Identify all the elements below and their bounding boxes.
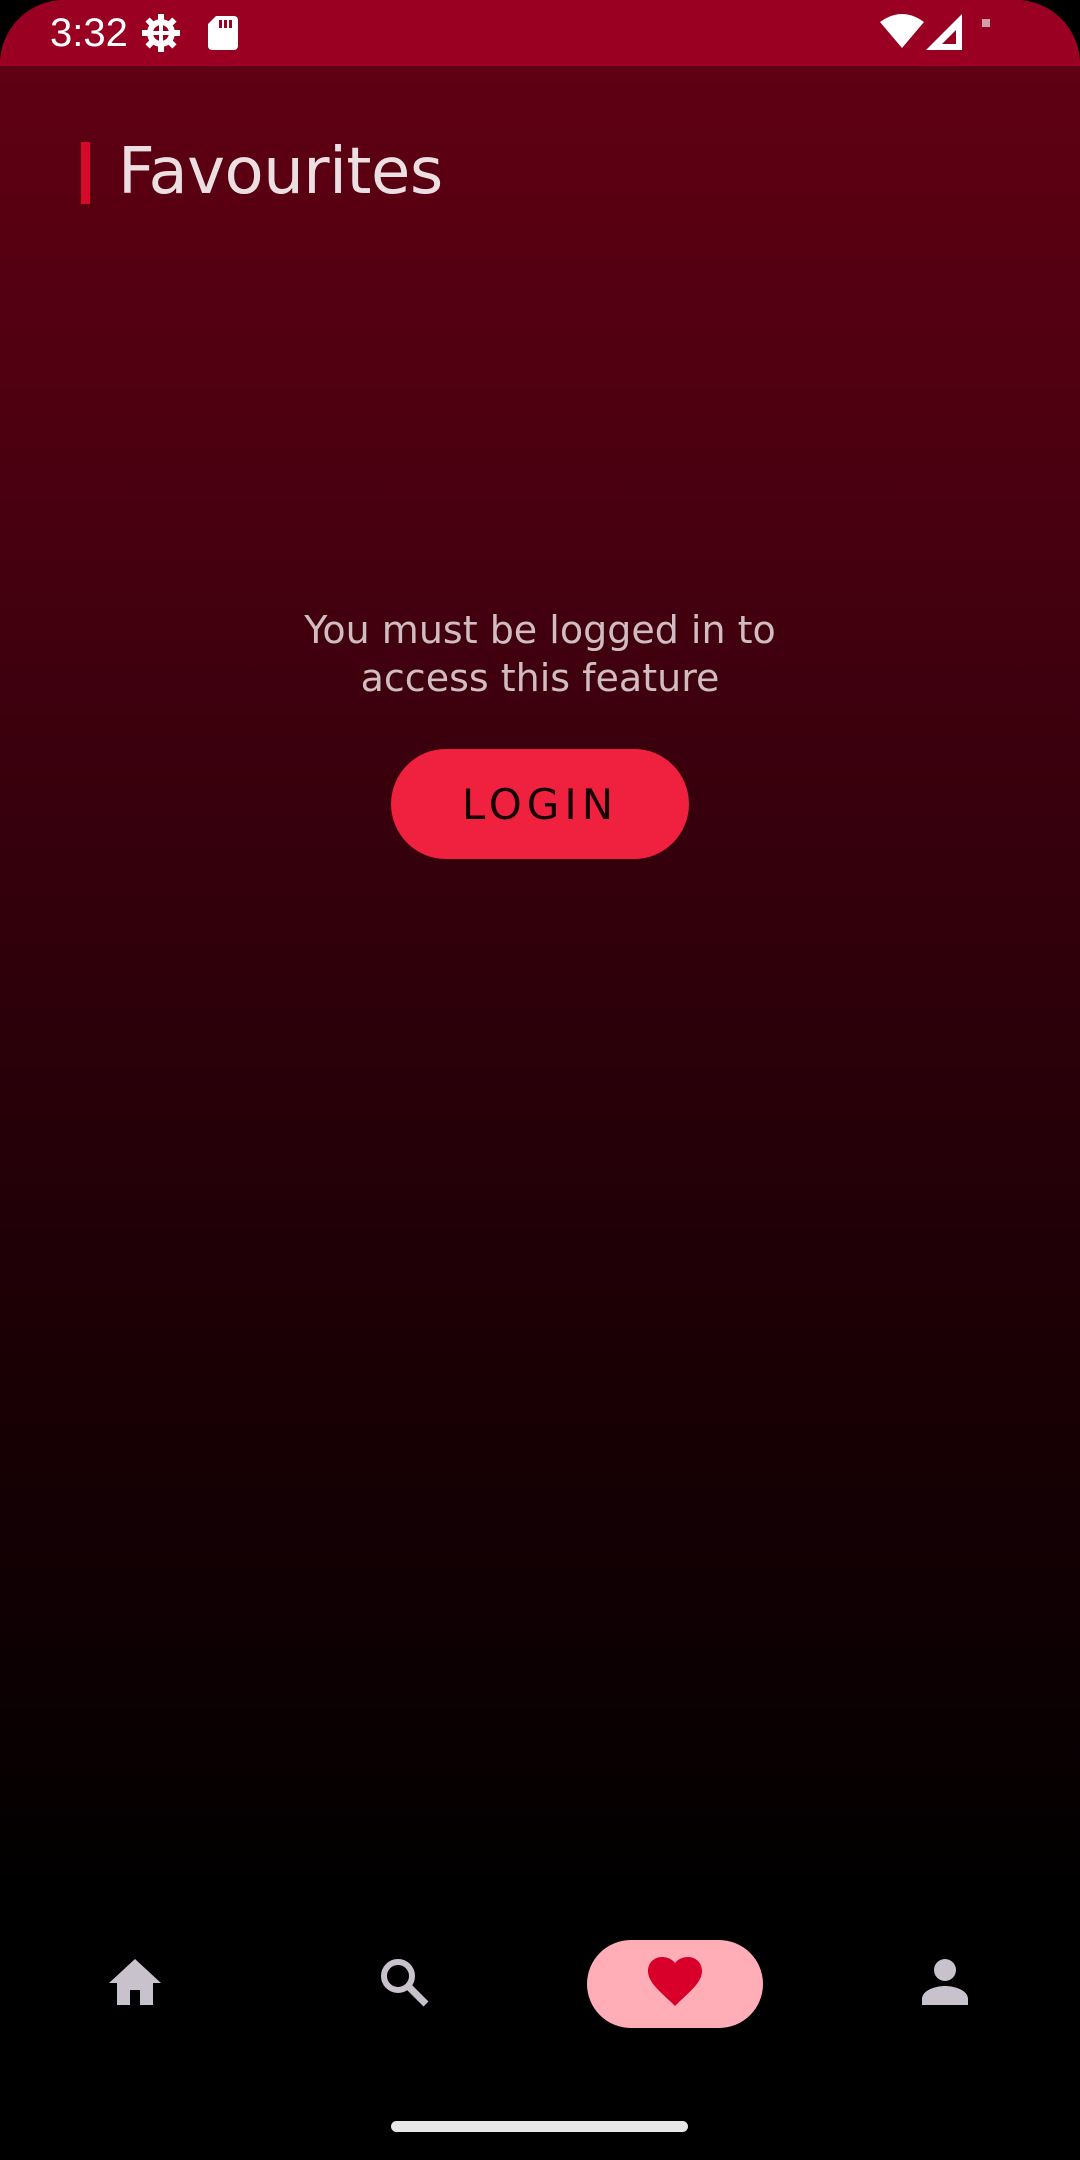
page-title: Favourites — [118, 135, 443, 209]
sd-card-icon — [208, 16, 238, 54]
gesture-handle[interactable] — [391, 2121, 688, 2132]
status-bar: 3:32 — [0, 0, 1080, 66]
login-required-message: You must be logged in to access this fea… — [304, 608, 776, 700]
battery-icon — [982, 14, 992, 33]
nav-home[interactable] — [47, 1940, 223, 2028]
nav-profile[interactable] — [857, 1940, 1033, 2028]
settings-gear-icon — [140, 12, 182, 58]
login-button[interactable]: LOGIN — [391, 749, 689, 859]
nav-search[interactable] — [316, 1940, 492, 2028]
nav-favourites[interactable] — [587, 1940, 763, 2028]
wifi-icon — [880, 14, 924, 54]
heart-icon — [647, 1956, 703, 2012]
app-screen: 3:32 Favourites You must be logged in to… — [0, 0, 1080, 2160]
status-time: 3:32 — [50, 11, 128, 55]
title-accent-bar — [81, 142, 90, 204]
cell-signal-icon — [926, 14, 964, 54]
search-icon — [378, 1956, 430, 2012]
bottom-navigation — [0, 1920, 1080, 2048]
home-icon — [107, 1957, 163, 2011]
person-icon — [920, 1957, 970, 2011]
